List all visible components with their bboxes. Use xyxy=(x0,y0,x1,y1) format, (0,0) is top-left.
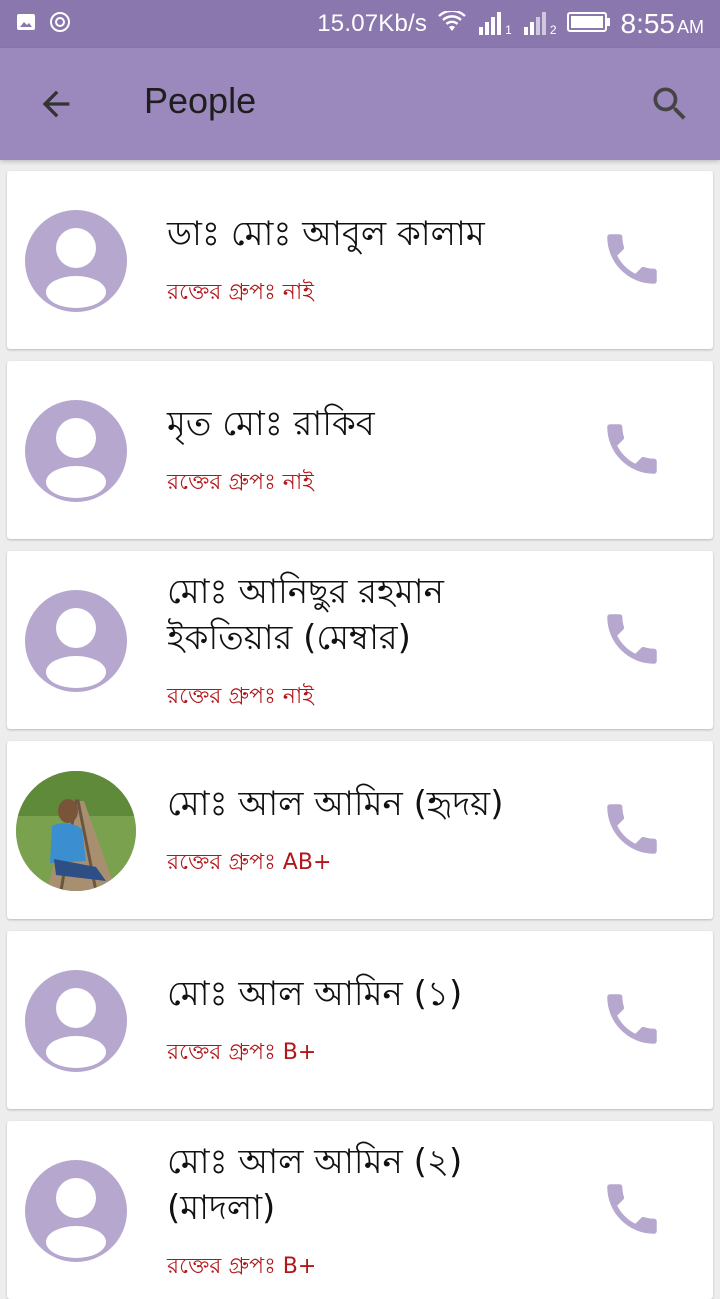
phone-icon xyxy=(607,424,657,474)
app-bar: People xyxy=(0,48,720,160)
contact-name: মোঃ আল আমিন (২) (মাদলা) xyxy=(167,1142,463,1228)
battery-icon xyxy=(566,11,611,38)
contact-name: মোঃ আল আমিন (১) xyxy=(167,974,463,1014)
contact-name: মোঃ আল আমিন (হৃদয়) xyxy=(167,784,504,824)
contact-card[interactable]: মোঃ আল আমিন (১) রক্তের গ্রুপঃ B+ xyxy=(7,931,713,1109)
contact-name: মৃত মোঃ রাকিব xyxy=(167,404,375,444)
contact-card[interactable]: মোঃ আল আমিন (২) (মাদলা) রক্তের গ্রুপঃ B+ xyxy=(7,1121,713,1299)
blood-group: রক্তের গ্রুপঃ AB+ xyxy=(167,850,332,875)
image-notification-icon xyxy=(14,10,38,34)
phone-icon xyxy=(607,1184,657,1234)
avatar-placeholder-icon xyxy=(25,210,127,312)
phone-icon xyxy=(607,804,657,854)
call-button[interactable] xyxy=(599,986,665,1052)
blood-group: রক্তের গ্রুপঃ B+ xyxy=(167,1254,317,1279)
call-button[interactable] xyxy=(599,796,665,862)
avatar-placeholder-icon xyxy=(25,400,127,502)
call-button[interactable] xyxy=(599,416,665,482)
contact-card[interactable]: মৃত মোঃ রাকিব রক্তের গ্রুপঃ নাই xyxy=(7,361,713,539)
phone-icon xyxy=(607,994,657,1044)
clock-ampm: AM xyxy=(677,17,704,37)
sim2-label: 2 xyxy=(549,23,557,37)
back-button[interactable] xyxy=(26,76,86,132)
signal-sim2-icon: 2 xyxy=(522,11,557,37)
phone-icon xyxy=(607,234,657,284)
avatar-placeholder-icon xyxy=(25,590,127,692)
call-button[interactable] xyxy=(599,1176,665,1242)
contact-card[interactable]: মোঃ আনিছুর রহমান ইকতিয়ার (মেম্বার) রক্ত… xyxy=(7,551,713,729)
status-bar: 15.07Kb/s 1 2 8:55 AM xyxy=(0,0,720,48)
blood-group: রক্তের গ্রুপঃ নাই xyxy=(167,470,314,495)
contact-name: মোঃ আনিছুর রহমান ইকতিয়ার (মেম্বার) xyxy=(167,572,444,658)
arrow-back-icon xyxy=(42,90,70,118)
page-title: People xyxy=(144,80,257,121)
signal-sim1-icon: 1 xyxy=(477,11,512,37)
contact-card[interactable]: মোঃ আল আমিন (হৃদয়) রক্তের গ্রুপঃ AB+ xyxy=(7,741,713,919)
call-button[interactable] xyxy=(599,606,665,672)
blood-group: রক্তের গ্রুপঃ নাই xyxy=(167,280,314,305)
search-button[interactable] xyxy=(642,76,698,132)
sync-notification-icon xyxy=(48,10,72,34)
call-button[interactable] xyxy=(599,226,665,292)
search-icon xyxy=(653,87,686,120)
avatar-photo xyxy=(16,771,136,891)
wifi-icon xyxy=(437,9,467,38)
phone-icon xyxy=(607,614,657,664)
clock: 8:55 AM xyxy=(621,8,705,40)
avatar-placeholder-icon xyxy=(25,970,127,1072)
contact-name: ডাঃ মোঃ আবুল কালাম xyxy=(167,214,485,254)
contact-card[interactable]: ডাঃ মোঃ আবুল কালাম রক্তের গ্রুপঃ নাই xyxy=(7,171,713,349)
network-speed: 15.07Kb/s xyxy=(317,10,428,37)
blood-group: রক্তের গ্রুপঃ B+ xyxy=(167,1040,317,1065)
clock-time: 8:55 xyxy=(620,8,676,39)
avatar-placeholder-icon xyxy=(25,1160,127,1262)
blood-group: রক্তের গ্রুপঃ নাই xyxy=(167,684,314,709)
sim1-label: 1 xyxy=(505,23,512,37)
